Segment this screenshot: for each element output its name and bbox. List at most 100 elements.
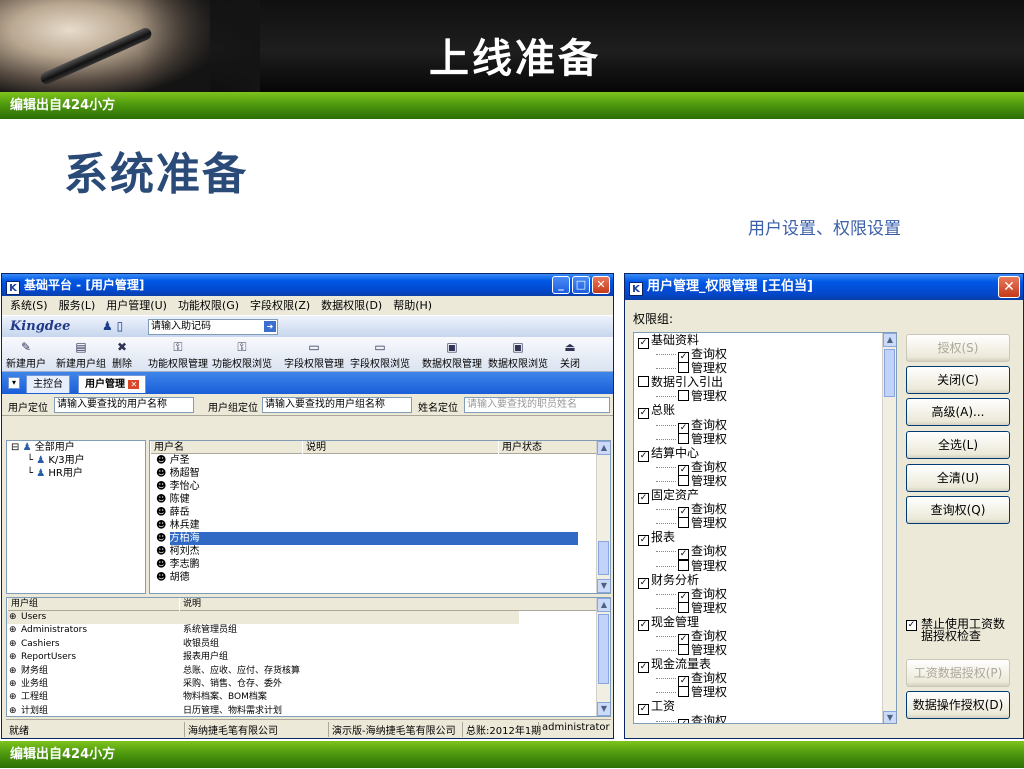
group-row[interactable]: ⊕ 财务组 总账、应收、应付、存货核算 <box>7 665 610 678</box>
menu-item-1[interactable]: 服务(L) <box>59 299 96 312</box>
user-row[interactable]: ☻ 陈健 <box>150 493 610 506</box>
close-tab-icon[interactable]: ✕ <box>128 380 140 389</box>
permission-subitem[interactable]: ✓ 查询权 <box>634 347 896 364</box>
close-button[interactable]: ✕ <box>592 276 610 294</box>
menu-item-0[interactable]: 系统(S) <box>10 299 48 312</box>
toolbar-button-6[interactable]: ▭ 字段权限浏览 <box>350 339 410 370</box>
wage-data-grant-button[interactable]: 工资数据授权(P) <box>906 659 1010 687</box>
permission-item[interactable]: ✓ 报表 <box>634 530 896 547</box>
checkbox[interactable] <box>678 432 689 444</box>
permission-subitem[interactable]: 管理权 <box>634 643 896 657</box>
permission-subitem[interactable]: ✓ 查询权 <box>634 418 896 434</box>
tab-user-management[interactable]: 用户管理 ✕ <box>78 375 147 393</box>
group-row[interactable]: ⊕ Users <box>7 611 519 625</box>
tree-item[interactable]: ⊟ ♟ 全部用户 <box>7 441 145 454</box>
user-row[interactable]: ☻ 柯刘杰 <box>150 545 610 558</box>
toolbar-button-1[interactable]: ▤ 新建用户组 <box>56 339 106 370</box>
clear-all-button[interactable]: 全清(U) <box>906 464 1010 492</box>
col-user-status[interactable]: 用户状态 <box>498 441 598 454</box>
menu-item-5[interactable]: 数据权限(D) <box>321 299 382 312</box>
name-locate-input[interactable]: 请输入要查找的职员姓名 <box>464 397 610 413</box>
checkbox[interactable] <box>678 644 689 656</box>
menu-item-3[interactable]: 功能权限(G) <box>178 299 239 312</box>
tree-item[interactable]: └ ♟ HR用户 <box>7 467 145 480</box>
permission-subitem[interactable]: ✓ 查询权 <box>634 671 896 688</box>
toolbar-button-9[interactable]: ⏏ 关闭 <box>560 339 580 370</box>
wage-check-option[interactable]: ✓ 禁止使用工资数据授权检查 <box>906 618 1016 642</box>
close-button[interactable]: ✕ <box>998 276 1020 298</box>
go-icon[interactable]: ➜ <box>264 321 276 332</box>
col-group[interactable]: 用户组 <box>7 598 179 611</box>
select-all-button[interactable]: 全选(L) <box>906 431 1010 459</box>
permission-subitem[interactable]: 管理权 <box>634 389 896 403</box>
wage-checkbox[interactable]: ✓ <box>906 620 917 631</box>
permission-subitem[interactable]: 管理权 <box>634 559 896 573</box>
toolbar-button-7[interactable]: ▣ 数据权限管理 <box>422 339 482 370</box>
toolbar-button-2[interactable]: ✖ 删除 <box>112 339 132 370</box>
close-dialog-button[interactable]: 关闭(C) <box>906 366 1010 394</box>
toolbar-button-0[interactable]: ✎ 新建用户 <box>6 339 46 370</box>
toolbar-button-5[interactable]: ▭ 字段权限管理 <box>284 339 344 370</box>
user-row[interactable]: ☻ 杨超智 <box>150 467 610 480</box>
permission-subitem[interactable]: 管理权 <box>634 361 896 375</box>
data-operation-grant-button[interactable]: 数据操作授权(D) <box>906 691 1010 719</box>
maximize-button[interactable]: □ <box>572 276 590 294</box>
permission-subitem[interactable]: 管理权 <box>634 601 896 615</box>
scroll-down-icon[interactable]: ▼ <box>883 711 896 723</box>
permission-subitem[interactable]: 管理权 <box>634 474 896 488</box>
permission-subitem[interactable]: 管理权 <box>634 516 896 530</box>
user-locate-input[interactable]: 请输入要查找的用户名称 <box>54 397 194 413</box>
permission-subitem[interactable]: ✓ 查询权 <box>634 544 896 561</box>
menu-item-2[interactable]: 用户管理(U) <box>106 299 167 312</box>
permission-subitem[interactable]: 管理权 <box>634 685 896 699</box>
checkbox[interactable] <box>638 376 649 388</box>
user-row[interactable]: ☻ 林兵建 <box>150 519 610 532</box>
scroll-down-icon[interactable]: ▼ <box>597 579 610 593</box>
scroll-up-icon[interactable]: ▲ <box>597 598 610 612</box>
permission-item[interactable]: ✓ 总账 <box>634 403 896 420</box>
window-title-bar[interactable]: K 用户管理_权限管理 [王伯当] ✕ <box>625 274 1023 300</box>
permission-item[interactable]: ✓ 工资 <box>634 699 896 716</box>
permission-item[interactable]: ✓ 结算中心 <box>634 446 896 462</box>
group-row[interactable]: ⊕ 业务组 采购、销售、仓存、委外 <box>7 678 610 691</box>
scroll-up-icon[interactable]: ▲ <box>597 441 610 455</box>
menu-item-6[interactable]: 帮助(H) <box>393 299 432 312</box>
permission-item[interactable]: ✓ 现金流量表 <box>634 657 896 674</box>
permission-scrollbar[interactable]: ▲ ▼ <box>882 333 896 723</box>
permission-item[interactable]: ✓ 财务分析 <box>634 573 896 589</box>
permission-subitem[interactable]: ✓ 查询权 <box>634 587 896 603</box>
grant-button[interactable]: 授权(S) <box>906 334 1010 362</box>
query-right-button[interactable]: 查询权(Q) <box>906 496 1010 524</box>
minimize-button[interactable]: _ <box>552 276 570 294</box>
checkbox[interactable] <box>678 474 689 486</box>
user-row[interactable]: ☻ 李志鹏 <box>150 558 610 571</box>
menu-item-4[interactable]: 字段权限(Z) <box>250 299 310 312</box>
tree-item[interactable]: └ ♟ K/3用户 <box>7 454 145 467</box>
col-group-description[interactable]: 说明 <box>179 598 519 611</box>
permission-item[interactable]: 数据引入引出 <box>634 375 896 389</box>
scroll-up-icon[interactable]: ▲ <box>883 333 896 347</box>
checkbox[interactable] <box>678 390 689 402</box>
group-list-scrollbar[interactable]: ▲ ▼ <box>596 598 610 716</box>
tab-console[interactable]: 主控台 <box>26 375 70 393</box>
group-locate-input[interactable]: 请输入要查找的用户组名称 <box>262 397 412 413</box>
helper-code-input[interactable]: 请输入助记码 <box>148 319 278 335</box>
toolbar-button-3[interactable]: ⚿ 功能权限管理 <box>148 339 208 370</box>
permission-item[interactable]: ✓ 基础资料 <box>634 333 896 349</box>
group-row[interactable]: ⊕ 计划组 日历管理、物料需求计划 <box>7 705 610 716</box>
permission-subitem[interactable]: 管理权 <box>634 432 896 446</box>
group-row[interactable]: ⊕ 工程组 物料档案、BOM档案 <box>7 691 610 704</box>
user-row[interactable]: ☻ 胡德 <box>150 571 610 584</box>
group-row[interactable]: ⊕ Cashiers 收银员组 <box>7 638 610 651</box>
group-row[interactable]: ⊕ ReportUsers 报表用户组 <box>7 651 610 664</box>
permission-item[interactable]: ✓ 固定资产 <box>634 488 896 505</box>
user-row[interactable]: ☻ 卢圣 <box>150 454 610 467</box>
checkbox[interactable] <box>678 362 689 374</box>
user-row[interactable]: ☻ 方柏海 <box>150 532 610 545</box>
permission-subitem[interactable]: ✓ 查询权 <box>634 502 896 519</box>
col-username[interactable]: 用户名 <box>150 441 302 454</box>
permission-subitem[interactable]: ✓ 查询权 <box>634 460 896 476</box>
permission-subitem[interactable]: ✓ 查询权 <box>634 629 896 645</box>
col-description[interactable]: 说明 <box>302 441 498 454</box>
checkbox[interactable] <box>678 601 689 613</box>
